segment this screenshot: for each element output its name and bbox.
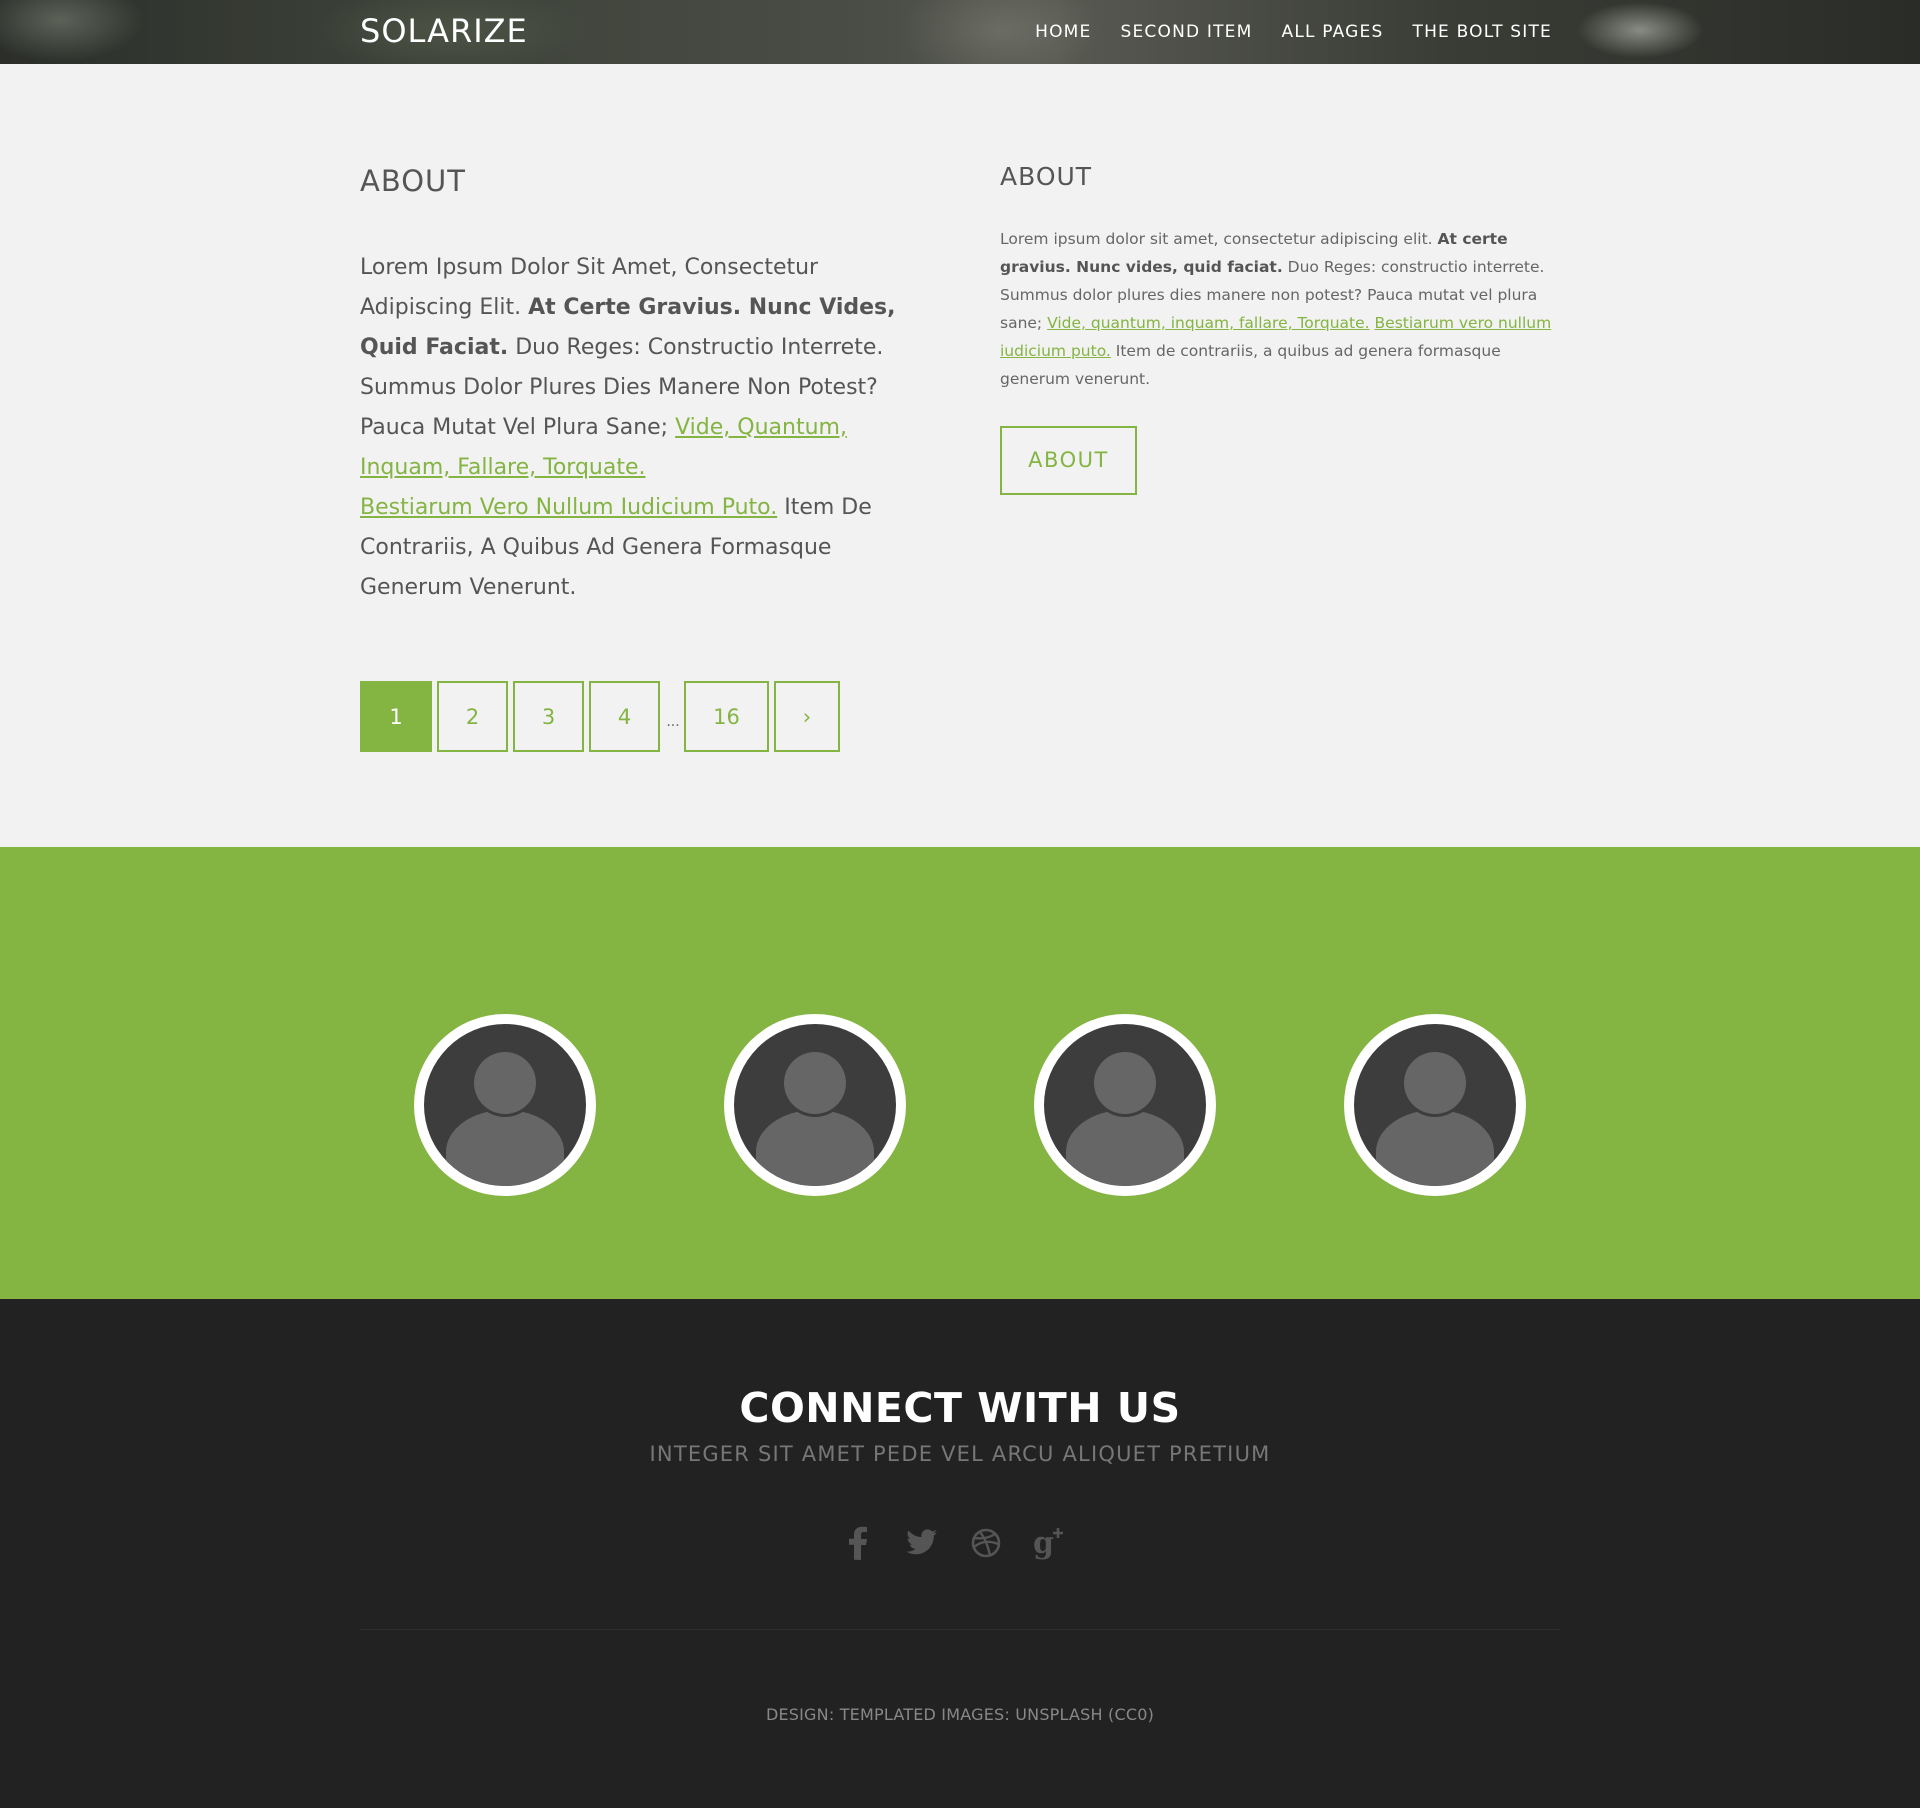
about-heading-left: ABOUT xyxy=(360,164,466,198)
facebook-icon[interactable] xyxy=(838,1523,878,1563)
avatar xyxy=(724,1014,906,1196)
dribbble-icon[interactable] xyxy=(966,1523,1006,1563)
google-plus-icon[interactable]: g xyxy=(1030,1523,1070,1563)
svg-text:g: g xyxy=(1033,1526,1054,1560)
site-header: SOLARIZE HOME SECOND ITEM ALL PAGES THE … xyxy=(0,0,1920,64)
user-icon xyxy=(1044,1024,1206,1186)
footer-credit: DESIGN: TEMPLATED IMAGES: UNSPLASH (CC0) xyxy=(765,1705,1155,1724)
social-links: g xyxy=(838,1523,1070,1563)
footer-divider xyxy=(360,1629,1560,1630)
nav-item-all-pages[interactable]: ALL PAGES xyxy=(1282,22,1384,42)
user-icon xyxy=(1354,1024,1516,1186)
pagination-ellipsis: ... xyxy=(666,713,680,730)
user-icon xyxy=(424,1024,586,1186)
avatar xyxy=(1034,1014,1216,1196)
page-3-button[interactable]: 3 xyxy=(513,681,584,752)
avatar xyxy=(1344,1014,1526,1196)
user-icon xyxy=(734,1024,896,1186)
site-footer: CONNECT WITH US INTEGER SIT AMET PEDE VE… xyxy=(0,1299,1920,1808)
footer-subtitle: INTEGER SIT AMET PEDE VEL ARCU ALIQUET P… xyxy=(649,1442,1271,1466)
about-link-1[interactable]: Vide, quantum, inquam, fallare, Torquate… xyxy=(1047,314,1370,332)
nav-item-bolt-site[interactable]: THE BOLT SITE xyxy=(1412,22,1552,42)
about-link-2[interactable]: Bestiarum Vero Nullum Iudicium Puto. xyxy=(360,495,777,520)
team-section xyxy=(0,847,1920,1299)
page-1-button[interactable]: 1 xyxy=(360,681,432,752)
about-column-left: ABOUT Lorem Ipsum Dolor Sit Amet, Consec… xyxy=(360,164,920,608)
page-16-button[interactable]: 16 xyxy=(684,681,769,752)
about-paragraph-left: Lorem Ipsum Dolor Sit Amet, Consectetur … xyxy=(360,248,920,608)
site-logo[interactable]: SOLARIZE xyxy=(360,12,528,50)
main-nav: HOME SECOND ITEM ALL PAGES THE BOLT SITE xyxy=(1035,22,1552,42)
about-column-right: ABOUT Lorem ipsum dolor sit amet, consec… xyxy=(1000,162,1560,495)
page-2-button[interactable]: 2 xyxy=(437,681,508,752)
twitter-icon[interactable] xyxy=(902,1523,942,1563)
about-text-1: Lorem ipsum dolor sit amet, consectetur … xyxy=(1000,230,1438,248)
nav-item-home[interactable]: HOME xyxy=(1035,22,1091,42)
main-content: ABOUT Lorem Ipsum Dolor Sit Amet, Consec… xyxy=(0,64,1920,847)
about-heading-right: ABOUT xyxy=(1000,162,1093,191)
avatar xyxy=(414,1014,596,1196)
about-button[interactable]: ABOUT xyxy=(1000,426,1137,495)
next-page-button[interactable]: › xyxy=(774,681,840,752)
nav-item-second-item[interactable]: SECOND ITEM xyxy=(1120,22,1252,42)
footer-title: CONNECT WITH US xyxy=(739,1384,1181,1432)
about-paragraph-right: Lorem ipsum dolor sit amet, consectetur … xyxy=(1000,225,1560,393)
pagination: 1 2 3 4 ... 16 › xyxy=(360,681,845,752)
page-4-button[interactable]: 4 xyxy=(589,681,660,752)
